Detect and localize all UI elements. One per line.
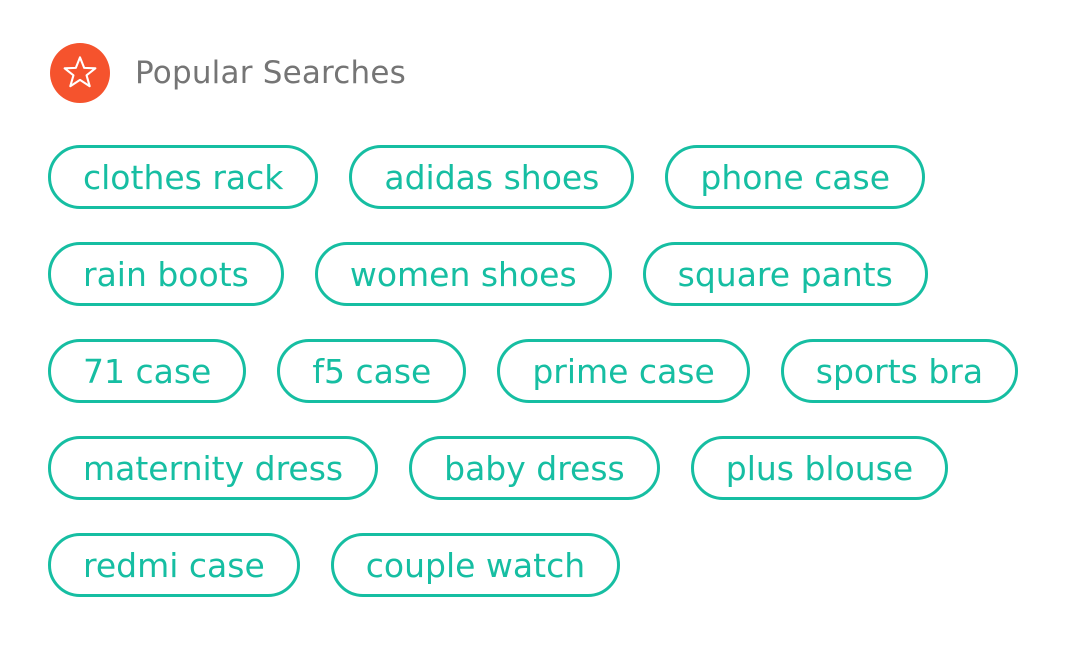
chip-sports-bra[interactable]: sports bra: [780, 339, 1019, 403]
chip-prime-case[interactable]: prime case: [497, 339, 750, 403]
chip-row: maternity dress baby dress plus blouse: [48, 436, 1048, 500]
chip-rain-boots[interactable]: rain boots: [48, 242, 284, 306]
chip-adidas-shoes[interactable]: adidas shoes: [349, 145, 635, 209]
chip-plus-blouse[interactable]: plus blouse: [690, 436, 949, 500]
chip-clothes-rack[interactable]: clothes rack: [48, 145, 319, 209]
popular-searches-header: Popular Searches: [50, 43, 406, 103]
chip-row: 71 case f5 case prime case sports bra: [48, 339, 1048, 403]
chip-maternity-dress[interactable]: maternity dress: [48, 436, 379, 500]
star-icon: [50, 43, 110, 103]
chip-row: rain boots women shoes square pants: [48, 242, 1048, 306]
chip-f5-case[interactable]: f5 case: [277, 339, 467, 403]
chip-71-case[interactable]: 71 case: [48, 339, 247, 403]
chip-phone-case[interactable]: phone case: [665, 145, 925, 209]
chip-baby-dress[interactable]: baby dress: [409, 436, 660, 500]
section-title: Popular Searches: [135, 54, 407, 91]
chip-couple-watch[interactable]: couple watch: [330, 533, 621, 597]
search-chip-list: clothes rack adidas shoes phone case rai…: [48, 145, 1048, 630]
chip-row: clothes rack adidas shoes phone case: [48, 145, 1048, 209]
chip-women-shoes[interactable]: women shoes: [314, 242, 612, 306]
chip-row: redmi case couple watch: [48, 533, 1048, 597]
chip-square-pants[interactable]: square pants: [642, 242, 928, 306]
chip-redmi-case[interactable]: redmi case: [48, 533, 300, 597]
